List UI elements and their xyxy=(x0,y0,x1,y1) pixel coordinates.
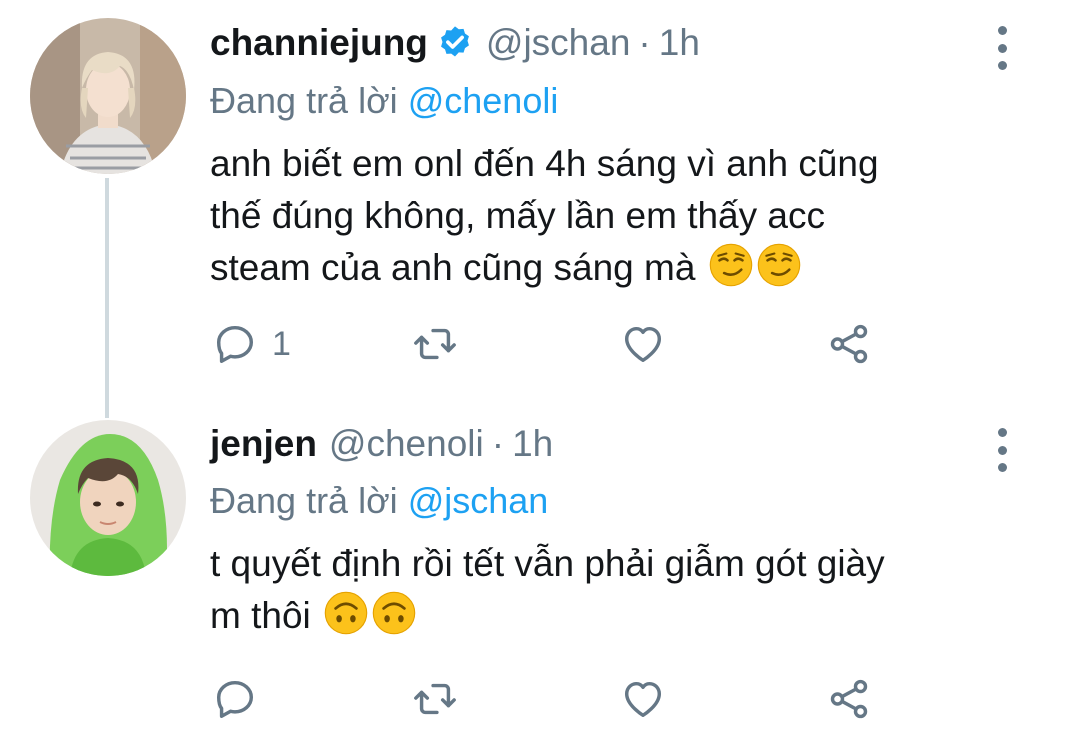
share-button[interactable] xyxy=(826,320,872,368)
separator-dot: · xyxy=(491,423,505,464)
avatar[interactable] xyxy=(30,420,186,576)
retweet-icon xyxy=(414,683,456,715)
replying-to: Đang trả lời @jschan xyxy=(210,480,548,522)
tweet-text: anh biết em onl đến 4h sáng vì anh cũng … xyxy=(210,138,1010,294)
tweet-actions xyxy=(212,675,882,723)
heart-icon xyxy=(624,326,662,363)
tweet-header: channiejung @jschan · 1h xyxy=(210,22,960,64)
timestamp[interactable]: 1h xyxy=(659,22,700,64)
tweet[interactable]: channiejung @jschan · 1h Đang trả lời @c… xyxy=(0,0,1080,400)
reply-button[interactable] xyxy=(212,675,258,723)
retweet-button[interactable] xyxy=(412,675,458,723)
mention-link[interactable]: @jschan xyxy=(408,480,549,521)
tweet-text-line: steam của anh cũng sáng mà xyxy=(210,242,1010,294)
verified-badge-icon xyxy=(440,26,469,57)
replying-prefix: Đang trả lời xyxy=(210,480,398,521)
display-name[interactable]: jenjen xyxy=(210,423,317,465)
user-handle[interactable]: @jschan xyxy=(486,22,631,64)
tweet-text-line: t quyết định rồi tết vẫn phải giẫm gót g… xyxy=(210,543,885,584)
tweet-text-line: anh biết em onl đến 4h sáng vì anh cũng xyxy=(210,143,879,184)
upside-down-face-emoji-icon xyxy=(372,591,416,635)
heart-icon xyxy=(624,681,662,718)
tweet[interactable]: jenjen @chenoli · 1h Đang trả lời @jscha… xyxy=(0,400,1080,743)
tweet-actions: 1 xyxy=(212,320,882,368)
like-button[interactable] xyxy=(620,320,666,368)
like-button[interactable] xyxy=(620,675,666,723)
avatar[interactable] xyxy=(30,18,186,174)
share-button[interactable] xyxy=(826,675,872,723)
share-icon xyxy=(830,324,868,364)
separator-dot: · xyxy=(638,22,651,63)
reply-icon xyxy=(216,680,254,718)
reply-button[interactable]: 1 xyxy=(212,320,291,368)
tweet-text-line: thế đúng không, mấy lần em thấy acc xyxy=(210,195,825,236)
tweet-header: jenjen @chenoli · 1h xyxy=(210,423,960,465)
display-name[interactable]: channiejung xyxy=(210,22,428,64)
share-icon xyxy=(830,679,868,719)
replying-prefix: Đang trả lời xyxy=(210,80,398,121)
mention-link[interactable]: @chenoli xyxy=(408,80,559,121)
smirking-face-emoji-icon xyxy=(709,243,752,287)
more-options-icon[interactable] xyxy=(992,428,1012,472)
reply-icon xyxy=(216,325,254,363)
retweet-button[interactable] xyxy=(412,320,458,368)
more-options-icon[interactable] xyxy=(992,26,1012,70)
upside-down-face-emoji-icon xyxy=(324,591,368,635)
tweet-text-line: m thôi xyxy=(210,590,1010,642)
smirking-face-emoji-icon xyxy=(757,243,800,287)
retweet-icon xyxy=(414,328,456,360)
user-handle[interactable]: @chenoli xyxy=(329,423,484,465)
reply-count: 1 xyxy=(272,324,291,363)
tweet-text: t quyết định rồi tết vẫn phải giẫm gót g… xyxy=(210,538,1010,642)
timestamp[interactable]: 1h xyxy=(512,423,553,465)
replying-to: Đang trả lời @chenoli xyxy=(210,80,558,122)
